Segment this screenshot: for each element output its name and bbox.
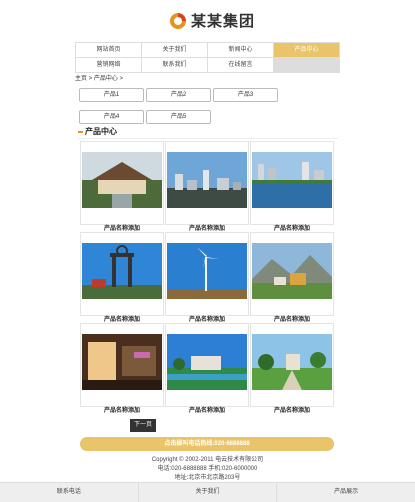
product-caption[interactable]: 产品名称添加: [250, 405, 334, 414]
product-caption[interactable]: 产品名称添加: [80, 223, 164, 232]
product-image: [252, 243, 332, 299]
nav-news[interactable]: 新闻中心: [208, 43, 274, 57]
nav-about[interactable]: 关于我们: [142, 43, 208, 57]
product-image: [167, 334, 247, 390]
product-caption[interactable]: 产品名称添加: [250, 223, 334, 232]
product-card[interactable]: [80, 323, 164, 407]
nav-contact[interactable]: 联系我们: [142, 58, 208, 72]
title-mark-icon: [78, 130, 83, 133]
product-card[interactable]: [250, 323, 334, 407]
product-image: [82, 152, 162, 208]
call-hotline-button[interactable]: 点击拨叫电话热线:020-6888888: [80, 437, 334, 451]
category-button[interactable]: 产品4: [79, 110, 144, 124]
category-button[interactable]: 产品5: [146, 110, 211, 124]
header: 某某集团: [0, 0, 415, 40]
product-card[interactable]: [250, 232, 334, 316]
section-title: 产品中心: [78, 126, 117, 137]
product-image: [252, 334, 332, 390]
nav-products[interactable]: 产品中心: [274, 43, 340, 57]
nav-message[interactable]: 在线留言: [208, 58, 274, 72]
product-card[interactable]: [165, 323, 249, 407]
footer-copyright: Copyright © 2002-2011 电云技术有限公司: [151, 457, 264, 463]
product-card[interactable]: [165, 141, 249, 225]
nav-home[interactable]: 网站首页: [75, 43, 142, 57]
product-image: [82, 243, 162, 299]
category-button[interactable]: 产品1: [79, 88, 144, 102]
product-caption[interactable]: 产品名称添加: [80, 314, 164, 323]
bottom-nav-phone[interactable]: 联系电话: [0, 483, 139, 502]
category-list: 产品1 产品2 产品3 产品4 产品5: [78, 88, 338, 132]
nav-marketing[interactable]: 营销网络: [75, 58, 142, 72]
product-image: [252, 152, 332, 208]
footer-address: 地址:北京市北京路203号: [174, 475, 241, 481]
category-button[interactable]: 产品2: [146, 88, 211, 102]
product-caption[interactable]: 产品名称添加: [250, 314, 334, 323]
bottom-nav-products[interactable]: 产品展示: [277, 483, 415, 502]
product-card[interactable]: [80, 232, 164, 316]
category-button[interactable]: 产品3: [213, 88, 278, 102]
bottom-nav: 联系电话 关于我们 产品展示: [0, 482, 415, 502]
main-nav: 网站首页 关于我们 新闻中心 产品中心 营销网络 联系我们 在线留言: [75, 42, 340, 73]
product-caption[interactable]: 产品名称添加: [165, 405, 249, 414]
product-card[interactable]: [250, 141, 334, 225]
bottom-nav-about[interactable]: 关于我们: [139, 483, 278, 502]
product-image: [167, 152, 247, 208]
divider: [78, 138, 338, 139]
product-image: [167, 243, 247, 299]
breadcrumb: 主页 > 产品中心 >: [75, 76, 124, 82]
product-caption[interactable]: 产品名称添加: [165, 223, 249, 232]
product-caption[interactable]: 产品名称添加: [165, 314, 249, 323]
nav-empty: [274, 58, 340, 72]
logo[interactable]: 某某集团: [168, 10, 255, 31]
product-card[interactable]: [165, 232, 249, 316]
brand-logo-icon: [170, 12, 186, 29]
section-title-text: 产品中心: [85, 127, 117, 136]
brand-name: 某某集团: [191, 13, 256, 30]
next-page-button[interactable]: 下一页: [130, 419, 156, 432]
product-image: [82, 334, 162, 390]
footer-phone: 电话:020-6888888 手机:020-6000000: [157, 466, 258, 472]
product-caption[interactable]: 产品名称添加: [80, 405, 164, 414]
product-card[interactable]: [80, 141, 164, 225]
